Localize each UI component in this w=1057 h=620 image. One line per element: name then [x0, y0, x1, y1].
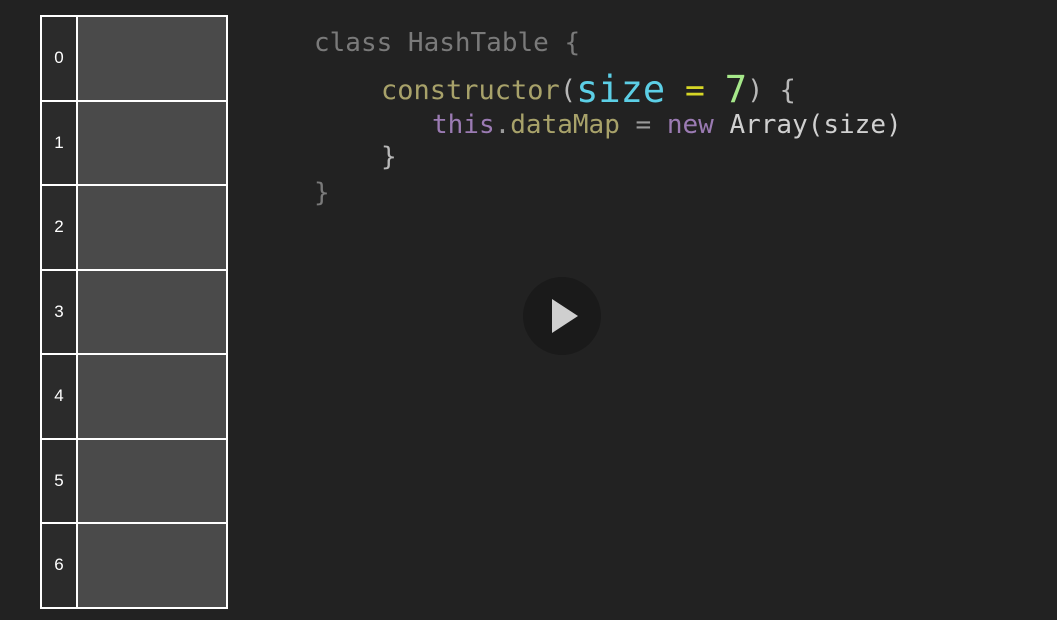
- close-paren-brace: ) {: [747, 75, 796, 106]
- this-keyword: this: [432, 110, 495, 140]
- hash-table-cell: [78, 439, 226, 522]
- hash-table-cell: [78, 270, 226, 353]
- hash-table-index: 1: [42, 101, 78, 184]
- hash-table-index: 2: [42, 186, 78, 269]
- video-frame: 0 1 2 3 4 5 6 class HashTable { construc…: [0, 0, 1057, 620]
- hash-table-row: 2: [42, 186, 226, 271]
- play-button[interactable]: [523, 277, 601, 355]
- equals-operator: =: [619, 110, 667, 140]
- code-line-close-constructor: }: [381, 142, 397, 172]
- hash-table-cell: [78, 524, 226, 607]
- default-value: 7: [724, 68, 748, 111]
- hash-table-index: 6: [42, 524, 78, 607]
- hash-table-row: 0: [42, 17, 226, 102]
- hash-table-index: 0: [42, 17, 78, 100]
- hash-table-row: 4: [42, 355, 226, 440]
- hash-table-diagram: 0 1 2 3 4 5 6: [40, 15, 228, 609]
- dot-operator: .: [494, 110, 511, 140]
- array-call: Array(size): [713, 110, 902, 140]
- open-paren: (: [559, 75, 577, 106]
- hash-table-cell: [78, 101, 226, 184]
- new-keyword: new: [666, 110, 714, 140]
- code-line-class-declaration: class HashTable {: [314, 28, 581, 58]
- hash-table-row: 5: [42, 439, 226, 524]
- code-line-close-class: }: [314, 178, 330, 208]
- code-block: class HashTable { constructor(size = 7) …: [314, 28, 902, 208]
- hash-table-cell: [78, 17, 226, 100]
- hash-table-row: 1: [42, 101, 226, 186]
- hash-table-row: 6: [42, 524, 226, 609]
- hash-table-cell: [78, 186, 226, 269]
- hash-table-index: 4: [42, 355, 78, 438]
- size-parameter: size: [576, 68, 666, 111]
- datamap-property: dataMap: [510, 110, 620, 140]
- hash-table-row: 3: [42, 270, 226, 355]
- constructor-keyword: constructor: [381, 75, 560, 106]
- code-line-datamap: this.dataMap = new Array(size): [432, 110, 902, 140]
- play-icon: [552, 299, 578, 333]
- hash-table-index: 3: [42, 270, 78, 353]
- code-line-constructor: constructor(size = 7) {: [381, 68, 796, 111]
- assign-operator: =: [665, 70, 725, 109]
- hash-table-cell: [78, 355, 226, 438]
- hash-table-index: 5: [42, 439, 78, 522]
